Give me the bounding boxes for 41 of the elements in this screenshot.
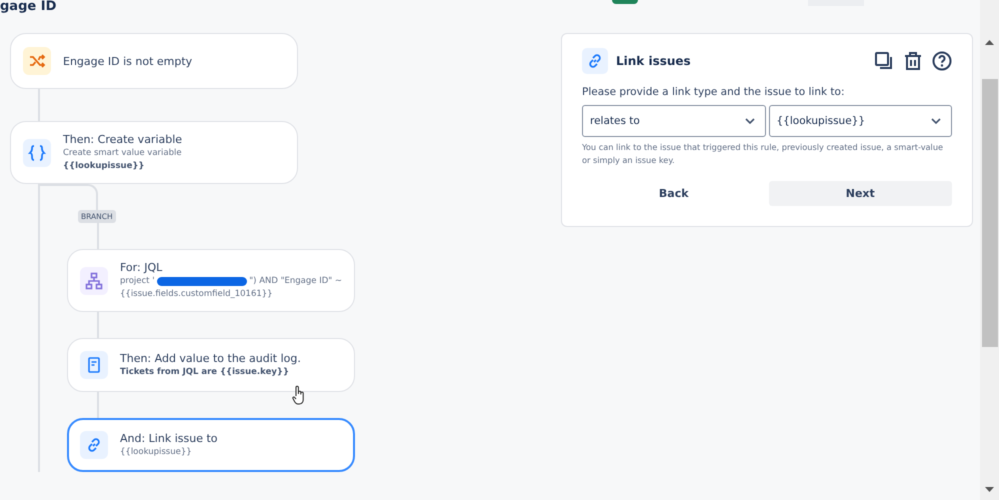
shuffle-icon <box>23 47 51 75</box>
step-title: And: Link issue to <box>120 431 218 446</box>
back-button[interactable]: Back <box>582 181 766 206</box>
scroll-down-icon[interactable] <box>985 487 994 492</box>
hand-cursor-icon <box>292 385 306 405</box>
step-title: Then: Create variable <box>63 132 182 147</box>
link-icon <box>582 48 608 74</box>
step-description: {{lookupissue}} <box>120 446 193 459</box>
panel-title: Link issues <box>616 54 691 68</box>
rule-step-card[interactable]: And: Link issue to {{lookupissue}} <box>67 418 355 472</box>
step-detail: {{issue.fields.customfield_10161}} <box>120 288 274 301</box>
step-title: Then: Add value to the audit log. <box>120 351 301 366</box>
document-icon <box>80 351 108 379</box>
link-type-dropdown[interactable]: relates to <box>582 105 766 137</box>
query-text: ") AND "Engage ID" ~ <box>249 275 342 288</box>
link-icon <box>80 431 108 459</box>
step-title: For: JQL <box>120 260 164 275</box>
copy-icon[interactable] <box>874 51 894 71</box>
issue-dropdown[interactable]: {{lookupissue}} <box>768 105 952 137</box>
status-lozenge <box>612 0 638 4</box>
curly-braces-icon <box>23 138 51 166</box>
help-text: You can link to the issue that triggered this rule, previously created issue, a smart-value or simply an issue key. <box>582 141 944 167</box>
help-icon[interactable] <box>932 51 952 71</box>
chevron-down-icon <box>931 118 941 124</box>
rule-step-card[interactable]: Engage ID is not empty <box>10 33 298 89</box>
rule-step-card[interactable]: Then: Create variable Create smart value variable {{lookupissue}} <box>10 121 298 184</box>
query-text: project ' <box>120 275 155 288</box>
step-title: Engage ID is not empty <box>63 54 192 68</box>
rule-step-card[interactable]: For: JQL project ' ") AND "Engage ID" ~ {{issue.fields.customfield_10161}} <box>67 249 355 312</box>
scrollbar-thumb[interactable] <box>982 79 998 347</box>
chevron-down-icon <box>744 118 754 124</box>
step-description: Create smart value variable <box>63 147 182 160</box>
hierarchy-icon <box>80 266 108 294</box>
scrollbar[interactable] <box>980 0 999 500</box>
step-detail: Tickets from JQL are {{issue.key}} <box>120 366 290 379</box>
scroll-up-icon[interactable] <box>985 40 994 45</box>
panel-instructions: Please provide a link type and the issue to link to: <box>582 86 846 98</box>
next-button[interactable]: Next <box>768 181 952 206</box>
delete-icon[interactable] <box>904 51 922 71</box>
page-title: gage ID <box>0 0 56 13</box>
step-detail: {{lookupissue}} <box>63 160 146 173</box>
